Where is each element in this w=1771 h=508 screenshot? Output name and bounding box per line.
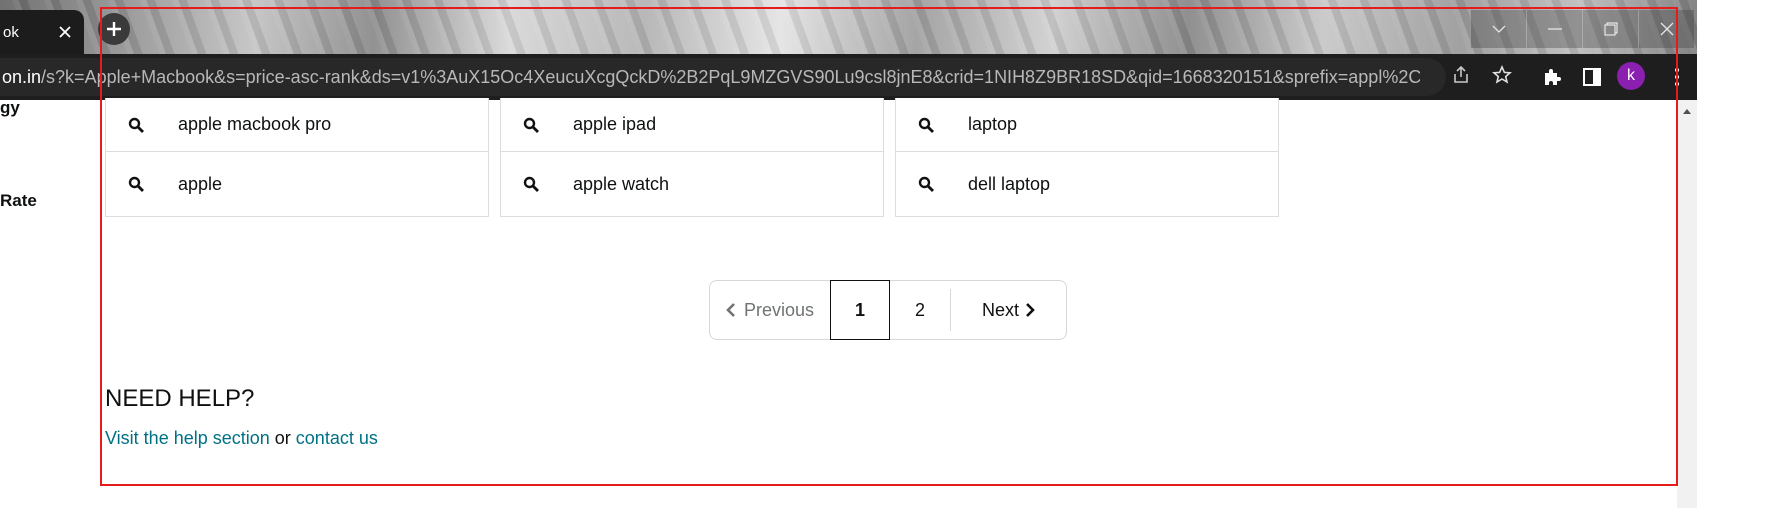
related-searches-grid: apple macbook pro apple ipad laptop appl…: [105, 98, 1283, 230]
related-search-item[interactable]: laptop: [895, 98, 1279, 152]
chevron-down-icon[interactable]: [1470, 10, 1526, 48]
chevron-right-icon: [1026, 303, 1035, 317]
browser-tab[interactable]: ok: [0, 10, 84, 54]
address-bar[interactable]: on.in/s?k=Apple+Macbook&s=price-asc-rank…: [0, 58, 1446, 96]
url-domain: on.in: [2, 66, 42, 87]
need-help-heading: NEED HELP?: [105, 385, 255, 412]
profile-avatar[interactable]: k: [1617, 62, 1645, 90]
extensions-puzzle-icon[interactable]: [1537, 62, 1567, 92]
side-panel-icon[interactable]: [1577, 62, 1607, 92]
chevron-left-icon: [726, 303, 735, 317]
contact-us-link[interactable]: contact us: [296, 428, 378, 448]
window-close-icon[interactable]: [1638, 10, 1694, 48]
related-search-item[interactable]: apple watch: [500, 151, 884, 217]
minimize-icon[interactable]: [1526, 10, 1582, 48]
page-1-current[interactable]: 1: [830, 280, 890, 340]
browser-toolbar: on.in/s?k=Apple+Macbook&s=price-asc-rank…: [0, 54, 1697, 100]
sidebar-fragment: gy: [0, 98, 20, 117]
tab-title: ok: [3, 23, 19, 41]
related-search-item[interactable]: dell laptop: [895, 151, 1279, 217]
search-icon: [522, 175, 540, 193]
new-tab-plus-icon[interactable]: [98, 13, 130, 45]
share-icon[interactable]: [1450, 64, 1472, 86]
search-icon: [127, 116, 145, 134]
url-path: /s?k=Apple+Macbook&s=price-asc-rank&ds=v…: [41, 66, 1420, 87]
next-label: Next: [981, 299, 1019, 320]
related-search-item[interactable]: apple macbook pro: [105, 98, 489, 152]
previous-label: Previous: [743, 299, 815, 320]
tab-close-icon[interactable]: [52, 19, 78, 45]
next-page-button[interactable]: Next: [951, 281, 1066, 339]
related-search-label: laptop: [968, 114, 1018, 134]
help-text: Visit the help section or contact us: [105, 428, 378, 449]
related-search-label: apple ipad: [573, 114, 657, 134]
help-section-link[interactable]: Visit the help section: [105, 428, 270, 448]
related-search-label: apple macbook pro: [178, 114, 332, 134]
sidebar-fragment: Rate: [0, 191, 37, 210]
search-icon: [917, 116, 935, 134]
search-icon: [522, 116, 540, 134]
related-search-label: apple: [178, 173, 223, 194]
more-menu-icon[interactable]: [1662, 62, 1692, 92]
url-text[interactable]: on.in/s?k=Apple+Macbook&s=price-asc-rank…: [0, 67, 1420, 88]
restore-icon[interactable]: [1582, 10, 1638, 48]
window-controls: [1470, 10, 1694, 48]
page-scrollbar[interactable]: [1677, 100, 1697, 508]
related-search-label: apple watch: [573, 173, 670, 194]
help-or-text: or: [269, 428, 296, 448]
search-icon: [127, 175, 145, 193]
bookmark-star-icon[interactable]: [1491, 64, 1513, 86]
related-search-item[interactable]: apple: [105, 151, 489, 217]
search-icon: [917, 175, 935, 193]
related-search-label: dell laptop: [968, 173, 1051, 194]
browser-tab-strip: [0, 0, 1697, 54]
related-search-item[interactable]: apple ipad: [500, 98, 884, 152]
previous-page-button[interactable]: Previous: [710, 281, 830, 339]
scroll-up-arrow-icon[interactable]: [1680, 104, 1694, 118]
pagination: Previous 1 2 Next: [709, 280, 1067, 340]
page-2-link[interactable]: 2: [890, 281, 950, 339]
